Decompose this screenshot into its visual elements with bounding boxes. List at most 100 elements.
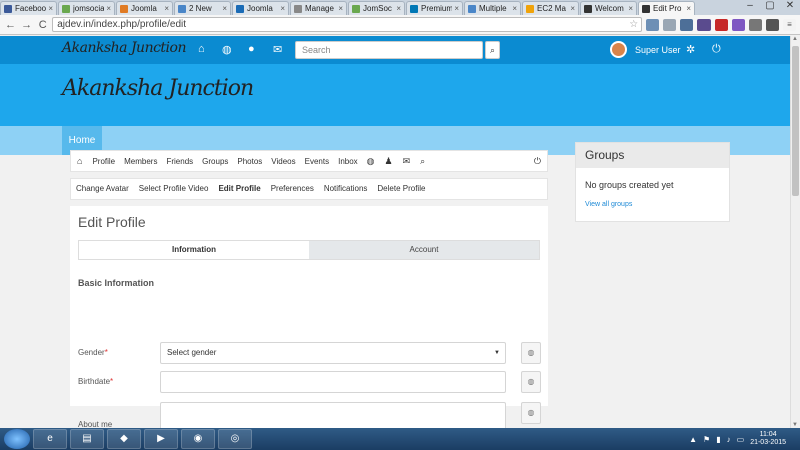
site-logo-small[interactable]: Akanksha Junction [62,40,186,56]
subnav-item[interactable]: Preferences [266,178,319,200]
site-logo[interactable]: Akanksha Junction [62,76,254,101]
app-icon[interactable]: ◎ [218,429,252,449]
globe-icon[interactable]: ◍ [222,43,232,56]
tab-close-icon[interactable]: × [164,4,169,13]
maximize-icon[interactable]: ▢ [760,0,780,14]
home-icon[interactable]: ⌂ [77,156,82,166]
home-icon[interactable]: ⌂ [198,43,205,55]
tab-close-icon[interactable]: × [396,4,401,13]
search-button[interactable]: ⌕ [485,41,500,59]
tab-information[interactable]: Information [79,241,309,259]
profile-nav-videos[interactable]: Videos [271,157,295,166]
tab-close-icon[interactable]: × [454,4,459,13]
power-icon[interactable]: ⏻ [712,43,721,56]
chrome-icon[interactable]: ◉ [181,429,215,449]
tab-close-icon[interactable]: × [48,4,53,13]
volume-icon[interactable]: ♪ [727,435,731,444]
browser-tab[interactable]: EC2 Ma × [522,1,579,15]
ie-icon[interactable]: e [33,429,67,449]
flag-icon[interactable]: ⚑ [703,435,710,444]
browser-tab[interactable]: Joomla × [232,1,289,15]
extension-icon[interactable] [748,18,762,31]
minimize-icon[interactable]: – [740,0,760,14]
tab-close-icon[interactable]: × [686,4,691,13]
tab-close-icon[interactable]: × [628,4,633,13]
explorer-icon[interactable]: ▤ [70,429,104,449]
profile-nav-friends[interactable]: Friends [166,157,193,166]
gender-select[interactable]: Select gender ▼ [160,342,506,364]
browser-tab[interactable]: Multiple × [464,1,521,15]
tab-close-icon[interactable]: × [338,4,343,13]
tray-arrow-icon[interactable]: ▲ [689,435,697,444]
tab-close-icon[interactable]: × [106,4,111,13]
mail-icon[interactable]: ✉ [273,43,282,56]
privacy-globe-button[interactable]: ◍ [521,342,541,364]
browser-tab[interactable]: Edit Pro × [638,1,695,15]
search-icon: ⌕ [489,45,496,55]
tab-close-icon[interactable]: × [570,4,575,13]
privacy-globe-button[interactable]: ◍ [521,402,541,424]
menu-icon[interactable]: ≡ [782,18,796,31]
profile-nav-photos[interactable]: Photos [237,157,262,166]
mail-icon[interactable]: ✉ [403,156,411,167]
profile-toolbar: ⌂ Profile Members Friends Groups Photos Video… [70,150,548,172]
url-input[interactable]: ajdev.in/index.php/profile/edit ☆ [52,17,643,32]
close-window-icon[interactable]: ✕ [780,0,800,14]
battery-icon[interactable]: ▭ [737,435,745,444]
start-button[interactable] [4,429,30,449]
browser-tab[interactable]: Welcom × [580,1,637,15]
browser-tab[interactable]: Manage × [290,1,347,15]
back-icon[interactable]: ← [4,19,17,31]
extension-icon[interactable] [663,18,677,31]
user-icon[interactable]: ● [248,43,255,55]
reload-icon[interactable]: C [36,19,49,31]
browser-tab[interactable]: JomSoc × [348,1,405,15]
media-player-icon[interactable]: ▶ [144,429,178,449]
profile-nav-profile[interactable]: Profile [92,157,115,166]
power-icon[interactable]: ⏻ [534,156,541,167]
view-all-groups-link[interactable]: View all groups [585,201,729,208]
network-icon[interactable]: ▮ [716,435,720,444]
extension-icon[interactable] [697,18,711,31]
extension-icon[interactable] [731,18,745,31]
search-input[interactable]: Search [295,41,483,59]
extension-icon[interactable] [765,18,779,31]
user-add-icon[interactable]: ♟ [385,156,393,167]
browser-tab[interactable]: Facebook× [0,1,57,15]
forward-icon[interactable]: → [20,19,33,31]
gear-icon[interactable]: ✲ [686,43,695,56]
birthdate-input[interactable] [160,371,506,393]
browser-tab[interactable]: jomsocial × [58,1,115,15]
browser-tab[interactable]: 2 New × [174,1,231,15]
bookmark-star-icon[interactable]: ☆ [629,19,638,30]
avatar[interactable] [610,41,627,58]
search-icon[interactable]: ⌕ [420,156,425,167]
profile-nav-inbox[interactable]: Inbox [338,157,358,166]
tab-close-icon[interactable]: × [512,4,517,13]
browser-tab[interactable]: Premium × [406,1,463,15]
scroll-up-icon[interactable]: ▲ [792,36,798,42]
scroll-thumb[interactable] [792,46,799,196]
tab-account[interactable]: Account [309,241,539,259]
extension-icon[interactable] [680,18,694,31]
subnav-item[interactable]: Edit Profile [213,178,265,200]
subnav-item[interactable]: Notifications [319,178,373,200]
tab-close-icon[interactable]: × [222,4,227,13]
extension-icon[interactable] [714,18,728,31]
subnav-item[interactable]: Select Profile Video [134,178,214,200]
profile-nav-members[interactable]: Members [124,157,157,166]
browser-tab[interactable]: Joomla × [116,1,173,15]
birthdate-label: Birthdate* [78,377,114,386]
clock[interactable]: 11:04 21-03-2015 [750,431,786,447]
globe-icon[interactable]: ◍ [367,156,375,167]
profile-nav-groups[interactable]: Groups [202,157,228,166]
extension-icon[interactable] [646,18,660,31]
page-scrollbar[interactable]: ▲ ▼ [790,36,800,428]
tab-close-icon[interactable]: × [280,4,285,13]
profile-nav-events[interactable]: Events [305,157,329,166]
subnav-item[interactable]: Delete Profile [372,178,430,200]
app-icon[interactable]: ◆ [107,429,141,449]
privacy-globe-button[interactable]: ◍ [521,371,541,393]
user-name[interactable]: Super User [635,45,681,55]
subnav-item[interactable]: Change Avatar [71,178,134,200]
